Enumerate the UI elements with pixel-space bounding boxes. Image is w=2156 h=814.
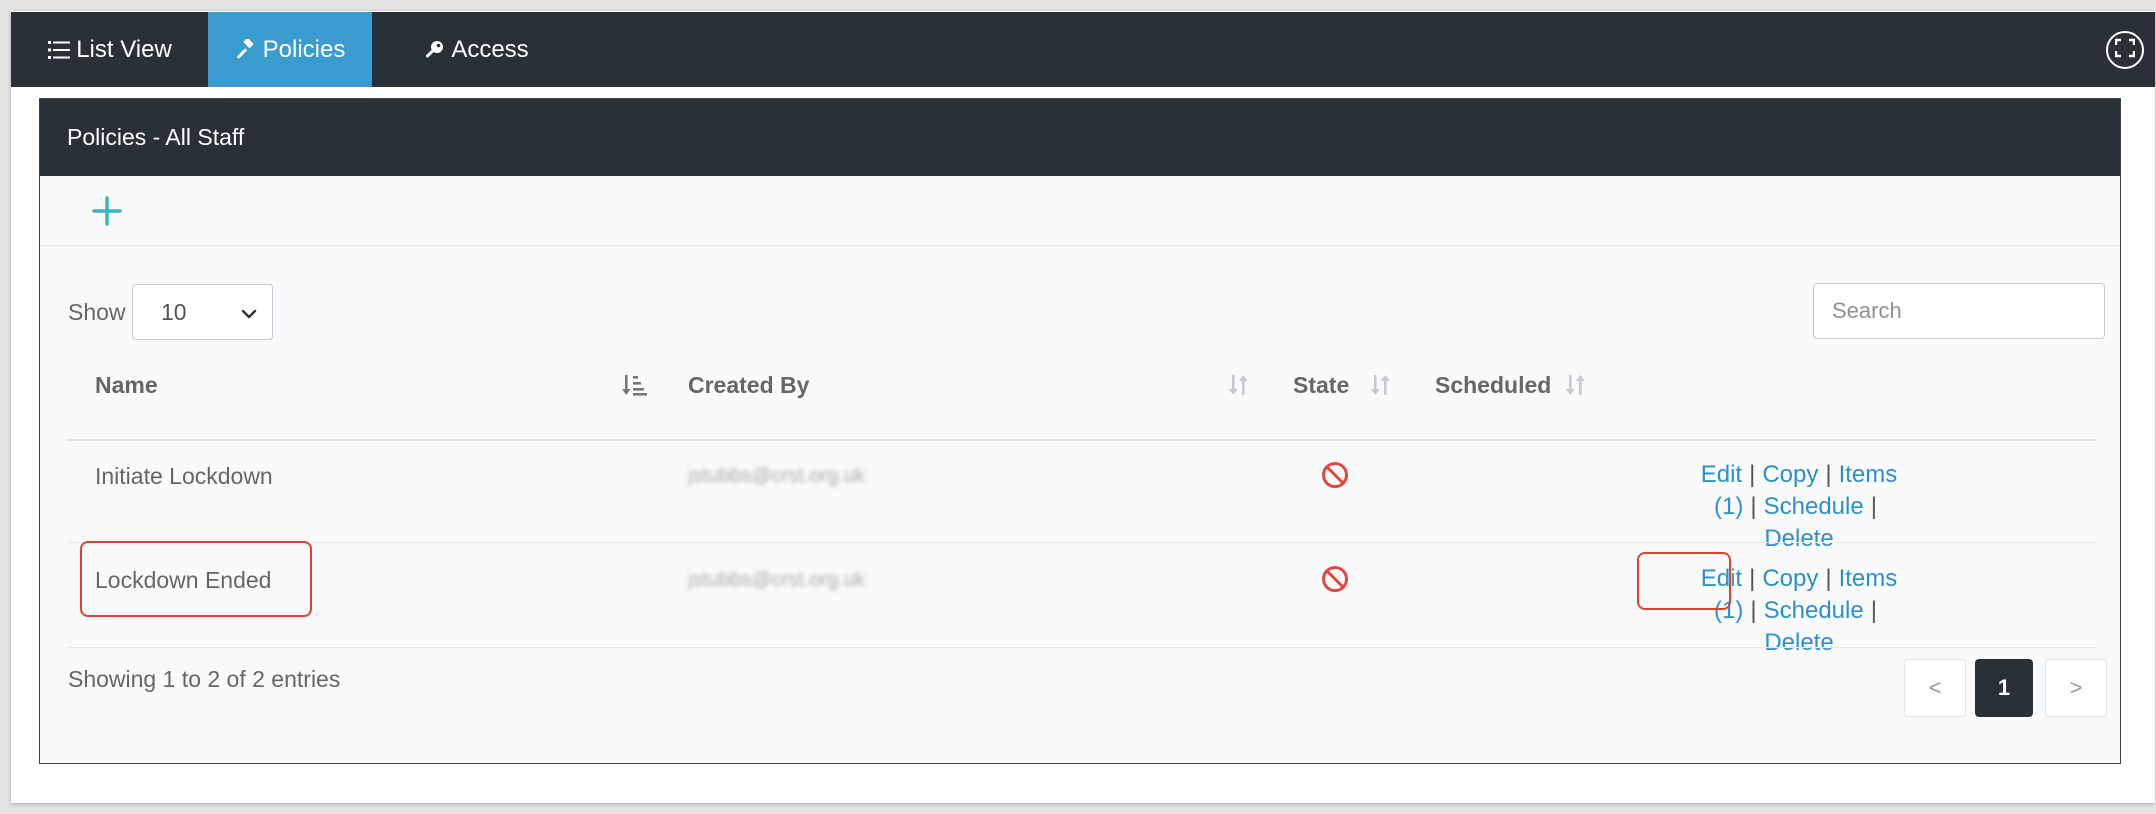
list-icon — [48, 40, 71, 60]
table-info: Showing 1 to 2 of 2 entries — [68, 666, 341, 692]
tab-policies-label: Policies — [262, 35, 346, 63]
pagination-page-1[interactable]: 1 — [1975, 659, 2033, 717]
policy-name: Initiate Lockdown — [95, 463, 273, 489]
sort-icon[interactable] — [1369, 372, 1393, 403]
key-icon — [423, 39, 445, 61]
schedule-link[interactable]: Schedule — [1764, 597, 1864, 624]
highlight-box-policy-name — [80, 541, 312, 617]
tab-list-view-label: List View — [76, 35, 172, 63]
created-by-email: jstubbs@crst.org.uk — [688, 465, 866, 487]
panel-toolbar — [40, 176, 2120, 246]
page-size-value: 10 — [161, 298, 187, 325]
column-header-created-by[interactable]: Created By — [688, 372, 809, 399]
gavel-icon — [235, 38, 257, 61]
sort-icon[interactable] — [1227, 372, 1251, 403]
separator: | — [1870, 493, 1877, 520]
panel-title: Policies - All Staff — [67, 124, 245, 150]
pagination-prev[interactable]: < — [1904, 659, 1966, 717]
column-header-state[interactable]: State — [1293, 372, 1349, 399]
expand-icon — [2114, 38, 2136, 63]
plus-icon — [92, 196, 122, 226]
separator: | — [1750, 597, 1757, 624]
column-header-name[interactable]: Name — [95, 372, 158, 399]
separator: | — [1825, 461, 1832, 488]
separator: | — [1749, 461, 1756, 488]
top-nav-bar: List View Policies Access — [11, 12, 2155, 87]
search-input[interactable] — [1813, 283, 2105, 339]
delete-link[interactable]: Delete — [1764, 629, 1833, 656]
separator: | — [1750, 493, 1757, 520]
disabled-state-icon — [1320, 564, 1350, 594]
page-size-select[interactable]: 10 — [132, 284, 273, 340]
app-window: List View Policies Access Policies - All… — [11, 11, 2155, 803]
panel-header: Policies - All Staff — [40, 99, 2120, 176]
delete-link[interactable]: Delete — [1764, 525, 1833, 552]
sort-asc-icon[interactable] — [622, 372, 648, 403]
tab-access-label: Access — [451, 35, 529, 63]
show-label: Show — [68, 299, 126, 325]
table-header-divider — [68, 439, 2097, 441]
separator: | — [1825, 565, 1832, 592]
row-actions: Edit | Copy | Items (1) | Schedule | Delete — [1629, 459, 1969, 555]
tab-policies[interactable]: Policies — [208, 12, 372, 87]
policies-panel: Policies - All Staff Show 10 Name Create… — [39, 98, 2121, 764]
chevron-down-icon — [240, 302, 258, 329]
add-policy-button[interactable] — [90, 194, 124, 228]
separator: | — [1870, 597, 1877, 624]
row-divider — [68, 542, 2097, 543]
copy-link[interactable]: Copy — [1762, 461, 1818, 488]
schedule-link[interactable]: Schedule — [1764, 493, 1864, 520]
separator: | — [1749, 565, 1756, 592]
tab-list-view[interactable]: List View — [35, 12, 185, 87]
fullscreen-button[interactable] — [2106, 31, 2144, 69]
tab-access[interactable]: Access — [401, 12, 551, 87]
pagination-next[interactable]: > — [2045, 659, 2107, 717]
disabled-state-icon — [1320, 460, 1350, 490]
row-divider — [68, 647, 2097, 648]
created-by-email: jstubbs@crst.org.uk — [688, 569, 866, 591]
column-header-scheduled[interactable]: Scheduled — [1435, 372, 1551, 399]
highlight-box-edit — [1637, 552, 1731, 610]
copy-link[interactable]: Copy — [1762, 565, 1818, 592]
edit-link[interactable]: Edit — [1701, 461, 1742, 488]
sort-icon[interactable] — [1564, 372, 1588, 403]
